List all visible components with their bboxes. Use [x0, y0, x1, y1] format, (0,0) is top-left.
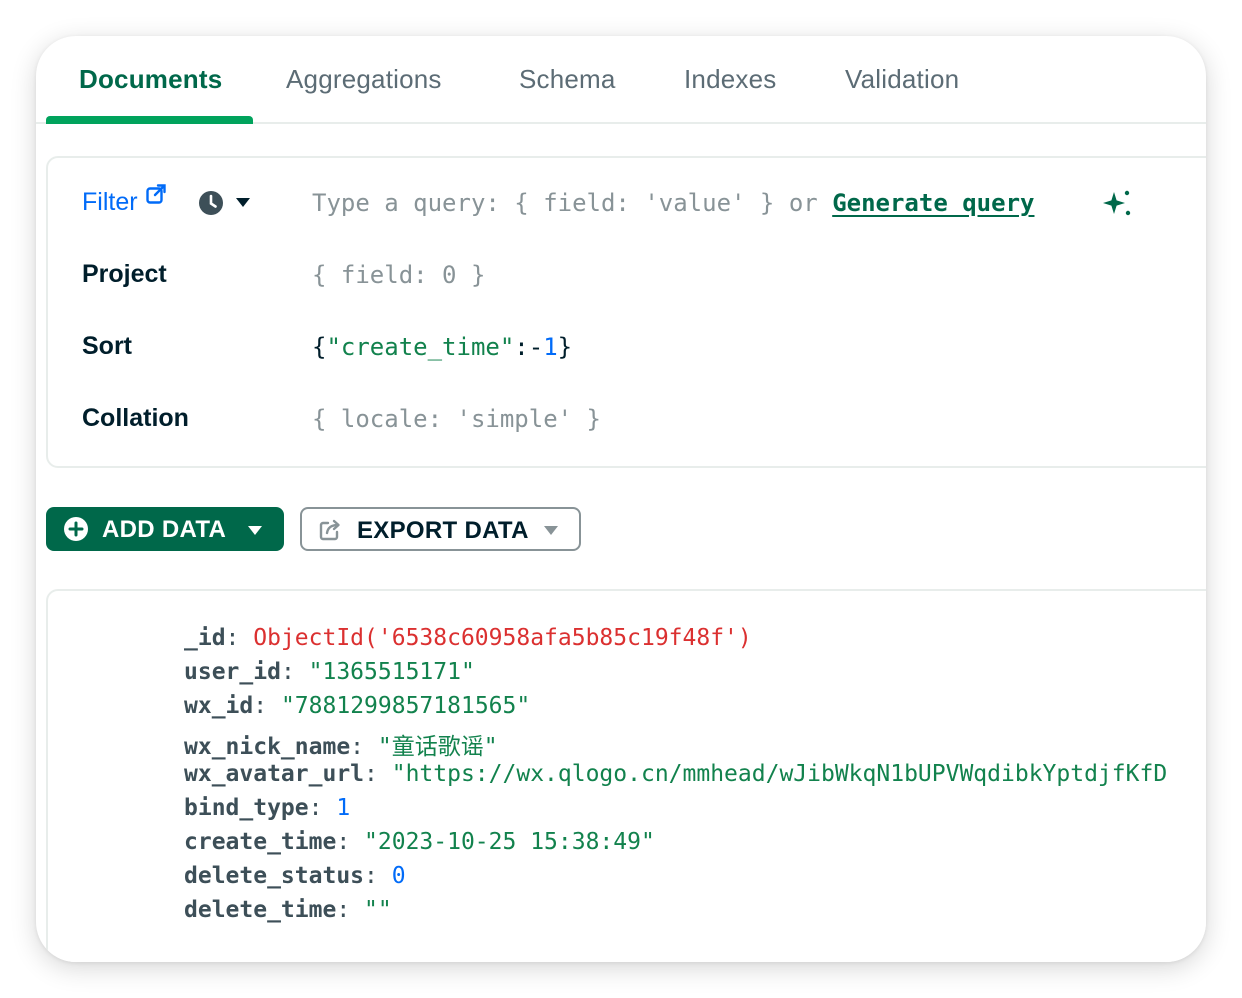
document-card[interactable]: _id: ObjectId('6538c60958afa5b85c19f48f'…	[46, 589, 1206, 962]
document-field: _id: ObjectId('6538c60958afa5b85c19f48f'…	[184, 625, 752, 651]
export-data-label: EXPORT DATA	[357, 517, 529, 544]
add-data-button[interactable]: ADD DATA	[46, 507, 284, 551]
field-key: wx_id	[184, 693, 254, 719]
field-value: "2023-10-25 15:38:49"	[364, 829, 655, 855]
query-history-caret-icon[interactable]	[236, 198, 250, 207]
collation-label: Collation	[82, 404, 189, 432]
sparkle-icon[interactable]	[1102, 188, 1132, 218]
generate-query-link[interactable]: Generate query	[832, 189, 1034, 217]
document-field: wx_avatar_url: "https://wx.qlogo.cn/mmhe…	[184, 761, 1168, 787]
collation-input[interactable]: { locale: 'simple' }	[312, 405, 601, 433]
field-value: "https://wx.qlogo.cn/mmhead/wJibWkqN1bUP…	[391, 761, 1168, 787]
field-key: create_time	[184, 829, 337, 855]
tab-indexes[interactable]: Indexes	[684, 64, 776, 95]
compass-collection-view: Documents Aggregations Schema Indexes Va…	[36, 36, 1206, 962]
document-field: bind_type: 1	[184, 795, 351, 821]
field-key: bind_type	[184, 795, 309, 821]
document-field: user_id: "1365515171"	[184, 659, 475, 685]
field-value: "童话歌谣"	[377, 734, 498, 760]
field-value: 0	[391, 863, 406, 889]
filter-placeholder: Type a query: { field: 'value' } or	[312, 189, 818, 217]
sort-field: "create_time"	[326, 333, 515, 361]
filter-label[interactable]: Filter	[82, 188, 138, 217]
project-label: Project	[82, 260, 167, 288]
field-key: _id	[184, 625, 226, 651]
sort-direction: 1	[543, 333, 558, 361]
project-input[interactable]: { field: 0 }	[312, 261, 485, 289]
field-value: 1	[336, 795, 351, 821]
field-key: user_id	[184, 659, 281, 685]
tab-documents[interactable]: Documents	[79, 64, 222, 95]
plus-circle-icon	[64, 517, 88, 541]
filter-input[interactable]: Type a query: { field: 'value' } or Gene…	[312, 189, 1034, 217]
collection-tabs: Documents Aggregations Schema Indexes Va…	[36, 36, 1206, 124]
tab-aggregations[interactable]: Aggregations	[286, 64, 442, 95]
field-value: ObjectId('6538c60958afa5b85c19f48f')	[253, 625, 752, 651]
external-link-icon[interactable]	[146, 184, 166, 204]
add-data-label: ADD DATA	[102, 516, 227, 543]
document-field: wx_nick_name: "童话歌谣"	[184, 734, 498, 760]
export-icon	[319, 519, 340, 541]
sort-input[interactable]: {"create_time":-1}	[312, 333, 572, 361]
field-value: "7881299857181565"	[280, 693, 531, 719]
sort-label: Sort	[82, 332, 132, 360]
tab-schema[interactable]: Schema	[519, 64, 616, 95]
field-value: ""	[364, 897, 392, 923]
active-tab-indicator	[46, 116, 253, 124]
clock-icon[interactable]	[198, 190, 224, 216]
export-data-button[interactable]: EXPORT DATA	[300, 507, 581, 551]
caret-down-icon	[248, 526, 262, 535]
caret-down-icon	[544, 526, 558, 535]
field-key: delete_status	[184, 863, 365, 889]
document-field: delete_status: 0	[184, 863, 406, 889]
document-field: delete_time: ""	[184, 897, 392, 923]
tab-validation[interactable]: Validation	[845, 64, 959, 95]
field-key: delete_time	[184, 897, 337, 923]
field-key: wx_avatar_url	[184, 761, 365, 787]
field-key: wx_nick_name	[184, 734, 351, 760]
document-field: wx_id: "7881299857181565"	[184, 693, 531, 719]
field-value: "1365515171"	[308, 659, 475, 685]
query-bar: Filter Type a query: { field: 'value' } …	[46, 156, 1206, 468]
document-field: create_time: "2023-10-25 15:38:49"	[184, 829, 655, 855]
